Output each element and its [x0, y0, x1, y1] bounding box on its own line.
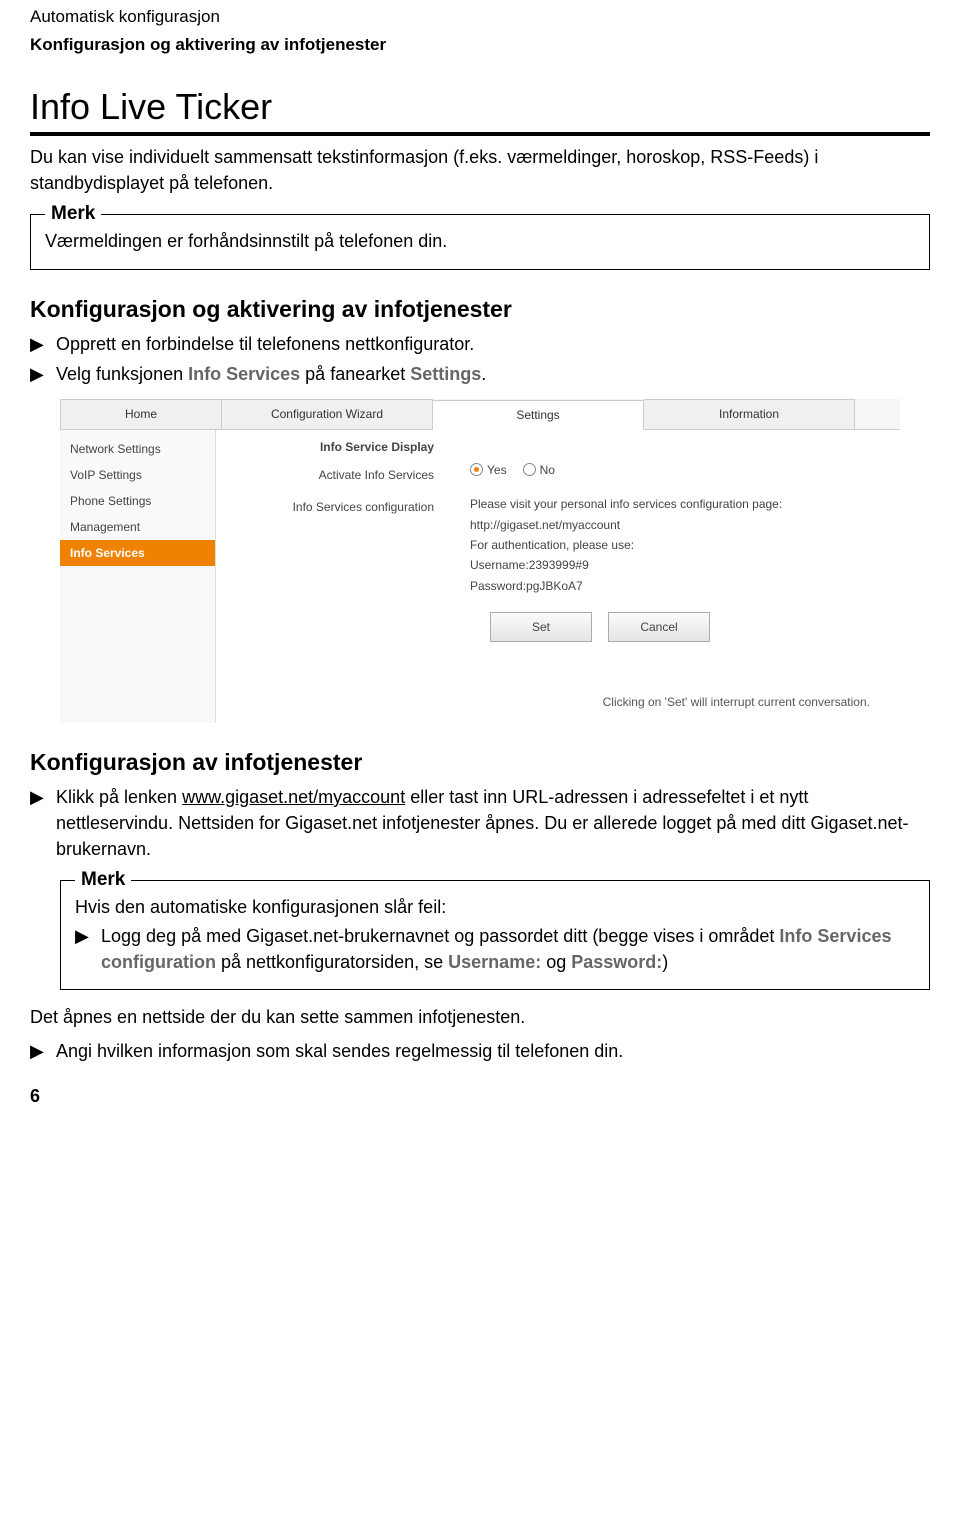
note-body-1: Værmeldingen er forhåndsinnstilt på tele… — [45, 229, 915, 254]
bullet-specify-info: ▶ Angi hvilken informasjon som skal send… — [30, 1038, 930, 1064]
bullet-text: Klikk på lenken www.gigaset.net/myaccoun… — [56, 784, 930, 862]
bullet-login: ▶ Logg deg på med Gigaset.net-brukernavn… — [75, 924, 915, 974]
section-heading-config-activate: Konfigurasjon og aktivering av infotjene… — [30, 296, 930, 323]
mid-config: Info Services configuration — [234, 500, 434, 514]
bullet-create-connection: ▶ Opprett en forbindelse til telefonens … — [30, 331, 930, 357]
config-screenshot: Home Configuration Wizard Settings Infor… — [60, 399, 900, 723]
header-line-1: Automatisk konfigurasjon — [30, 6, 930, 28]
mid-title: Info Service Display — [234, 440, 434, 454]
arrow-icon: ▶ — [30, 331, 56, 357]
tab-home[interactable]: Home — [60, 399, 222, 429]
bullet-text: Angi hvilken informasjon som skal sendes… — [56, 1038, 930, 1064]
info-line-auth: For authentication, please use: — [470, 535, 882, 555]
sidebar-item-phone[interactable]: Phone Settings — [60, 488, 215, 514]
bullet-select-function: ▶ Velg funksjonen Info Services på fanea… — [30, 361, 930, 387]
cancel-button[interactable]: Cancel — [608, 612, 710, 642]
note-box-2: Merk Hvis den automatiske konfigurasjone… — [60, 880, 930, 990]
tab-config-wizard[interactable]: Configuration Wizard — [222, 399, 433, 429]
footnote-text: Clicking on 'Set' will interrupt current… — [470, 692, 882, 712]
page-title: Info Live Ticker — [30, 86, 930, 136]
arrow-icon: ▶ — [30, 361, 56, 387]
header-line-2: Konfigurasjon og aktivering av infotjene… — [30, 34, 930, 56]
gigaset-link[interactable]: www.gigaset.net/myaccount — [182, 787, 405, 807]
sidebar: Network Settings VoIP Settings Phone Set… — [60, 430, 216, 723]
section-heading-config: Konfigurasjon av infotjenester — [30, 749, 930, 776]
intro-text: Du kan vise individuelt sammensatt tekst… — [30, 144, 930, 196]
sidebar-item-voip[interactable]: VoIP Settings — [60, 462, 215, 488]
bullet-text: Opprett en forbindelse til telefonens ne… — [56, 331, 930, 357]
outro-text: Det åpnes en nettside der du kan sette s… — [30, 1004, 930, 1030]
arrow-icon: ▶ — [75, 924, 101, 949]
sidebar-item-network[interactable]: Network Settings — [60, 436, 215, 462]
page-number: 6 — [30, 1086, 930, 1107]
mid-activate: Activate Info Services — [234, 468, 434, 482]
set-button[interactable]: Set — [490, 612, 592, 642]
bullet-click-link: ▶ Klikk på lenken www.gigaset.net/myacco… — [30, 784, 930, 862]
info-line-pass: Password:pgJBKoA7 — [470, 576, 882, 596]
tab-information[interactable]: Information — [644, 399, 855, 429]
sidebar-item-management[interactable]: Management — [60, 514, 215, 540]
note-box-1: Merk Værmeldingen er forhåndsinnstilt på… — [30, 214, 930, 269]
mid-column: Info Service Display Activate Info Servi… — [216, 430, 452, 723]
info-url: http://gigaset.net/myaccount — [470, 515, 882, 535]
note-title-1: Merk — [45, 203, 101, 225]
arrow-icon: ▶ — [30, 1038, 56, 1064]
tab-settings[interactable]: Settings — [433, 400, 644, 430]
sidebar-item-info-services[interactable]: Info Services — [60, 540, 215, 566]
tab-bar: Home Configuration Wizard Settings Infor… — [60, 399, 900, 429]
note2-line1: Hvis den automatiske konfigurasjonen slå… — [75, 895, 915, 920]
radio-icon — [523, 463, 536, 476]
content-panel: Yes No Please visit your personal info s… — [452, 430, 900, 723]
bullet-text: Velg funksjonen Info Services på faneark… — [56, 361, 930, 387]
info-line-1: Please visit your personal info services… — [470, 494, 882, 514]
arrow-icon: ▶ — [30, 784, 56, 810]
info-line-user: Username:2393999#9 — [470, 555, 882, 575]
bullet-text: Logg deg på med Gigaset.net-brukernavnet… — [101, 924, 915, 974]
radio-yes[interactable]: Yes — [470, 460, 507, 480]
radio-no[interactable]: No — [523, 460, 555, 480]
radio-icon — [470, 463, 483, 476]
note-title-2: Merk — [75, 869, 131, 891]
